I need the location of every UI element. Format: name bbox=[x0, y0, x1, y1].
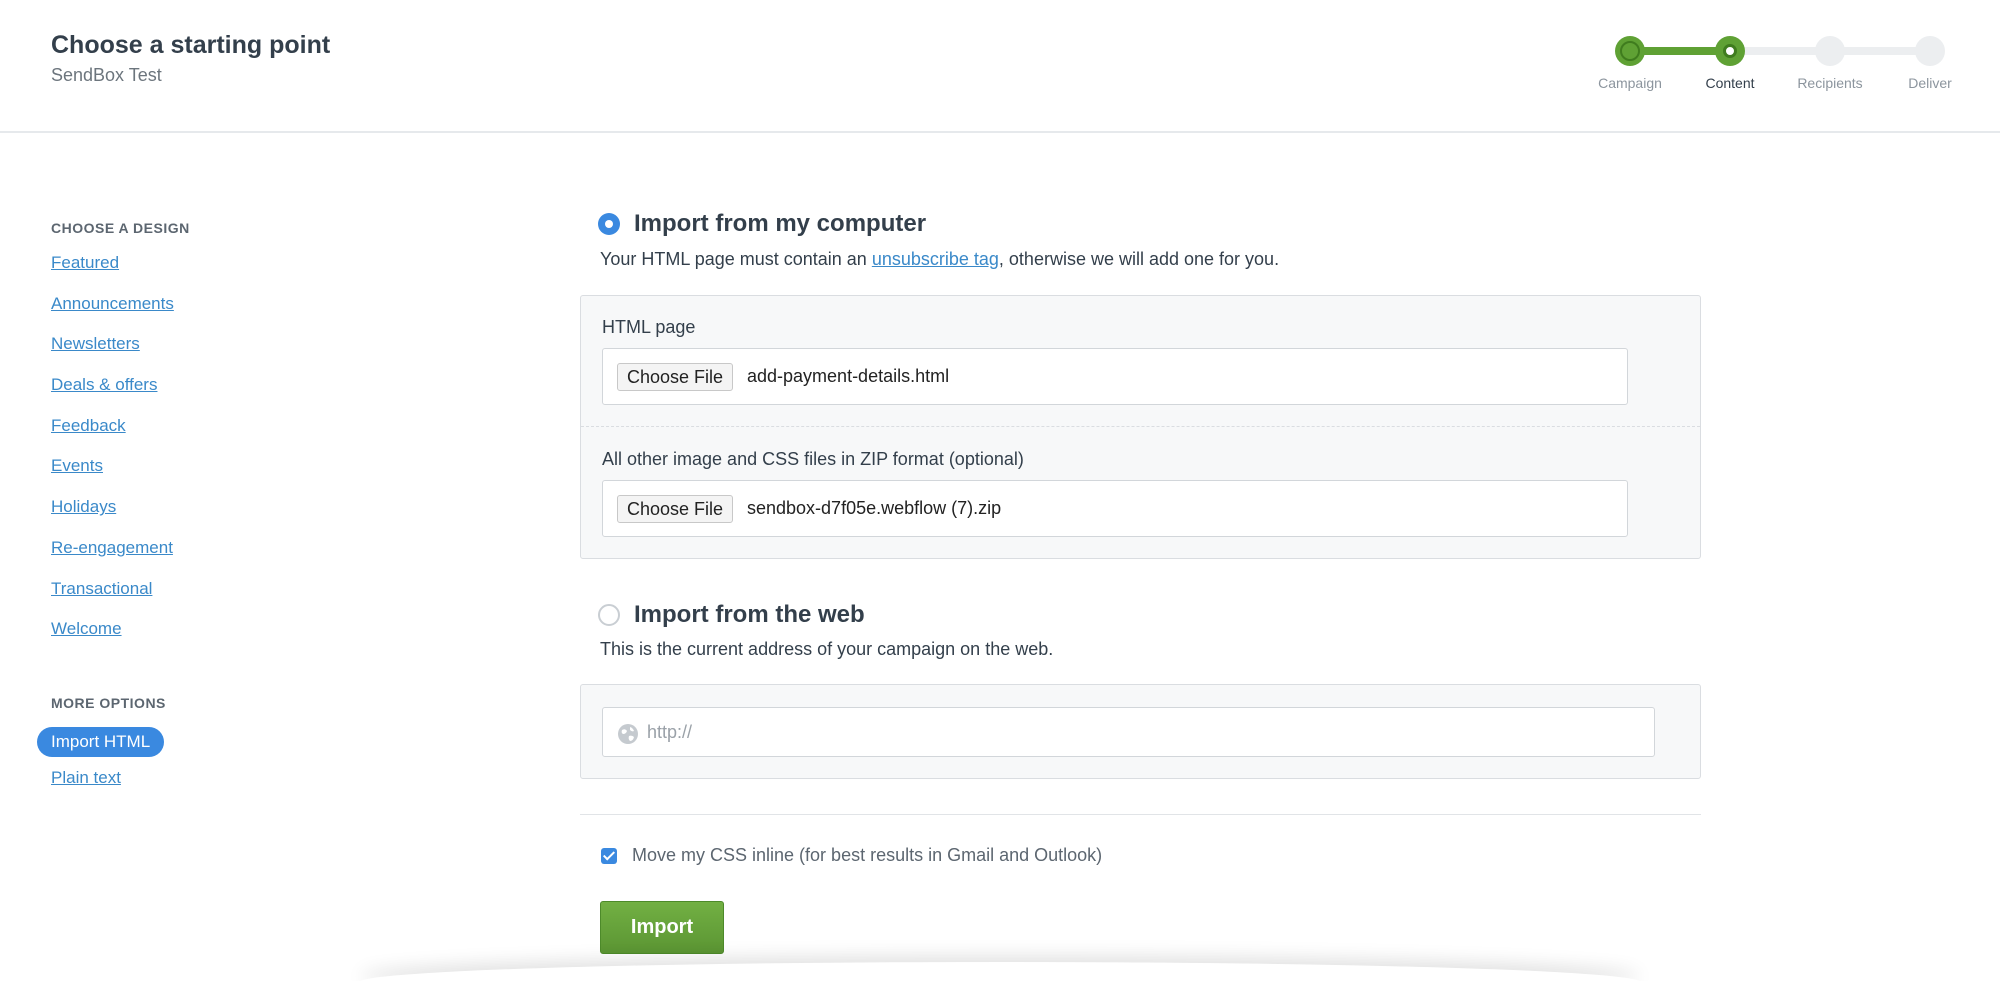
panel-divider bbox=[581, 426, 1700, 427]
import-computer-desc-before: Your HTML page must contain an bbox=[600, 249, 872, 269]
import-web-title[interactable]: Import from the web bbox=[634, 601, 865, 629]
progress-steps: Campaign Content Recipients Deliver bbox=[1580, 34, 1960, 104]
html-file-picker[interactable]: Choose File add-payment-details.html bbox=[602, 348, 1628, 405]
import-computer-description: Your HTML page must contain an unsubscri… bbox=[600, 249, 1279, 270]
html-file-name: add-payment-details.html bbox=[747, 366, 950, 386]
sidebar-item-holidays[interactable]: Holidays bbox=[51, 496, 351, 537]
step-deliver-dot bbox=[1915, 36, 1945, 66]
globe-icon bbox=[618, 724, 638, 744]
zip-file-picker[interactable]: Choose File sendbox-d7f05e.webflow (7).z… bbox=[602, 480, 1628, 537]
sidebar-item-re-engagement[interactable]: Re-engagement bbox=[51, 537, 351, 578]
sidebar-item-feedback[interactable]: Feedback bbox=[51, 415, 351, 456]
zip-files-label: All other image and CSS files in ZIP for… bbox=[602, 449, 1024, 469]
step-recipients-dot bbox=[1815, 36, 1845, 66]
sidebar-item-newsletters[interactable]: Newsletters bbox=[51, 333, 351, 374]
zip-choose-file-button[interactable]: Choose File bbox=[617, 495, 734, 523]
import-web-radio[interactable] bbox=[598, 604, 620, 626]
step-content-dot[interactable] bbox=[1715, 36, 1745, 66]
import-computer-radio[interactable] bbox=[598, 213, 620, 235]
sidebar-heading-more: MORE OPTIONS bbox=[51, 694, 166, 711]
url-input[interactable] bbox=[647, 708, 1347, 756]
divider bbox=[580, 814, 1701, 815]
step-campaign-label[interactable]: Campaign bbox=[1580, 75, 1680, 91]
inline-css-label[interactable]: Move my CSS inline (for best results in … bbox=[632, 845, 1102, 866]
import-button[interactable]: Import bbox=[600, 901, 724, 954]
sidebar-item-deals-offers[interactable]: Deals & offers bbox=[51, 374, 351, 415]
sidebar-item-welcome[interactable]: Welcome bbox=[51, 618, 351, 659]
url-field[interactable] bbox=[602, 707, 1655, 757]
sidebar: CHOOSE A DESIGN Featured Announcements N… bbox=[37, 220, 351, 808]
page-header: Choose a starting point SendBox Test Cam… bbox=[0, 0, 2000, 133]
page-subtitle: SendBox Test bbox=[51, 65, 162, 85]
step-campaign-dot[interactable] bbox=[1615, 36, 1645, 66]
page-title: Choose a starting point bbox=[51, 31, 331, 59]
unsubscribe-tag-link[interactable]: unsubscribe tag bbox=[872, 249, 999, 269]
sidebar-item-import-html[interactable]: Import HTML bbox=[37, 726, 165, 757]
import-computer-title[interactable]: Import from my computer bbox=[634, 210, 926, 238]
import-computer-panel: HTML page Choose File add-payment-detail… bbox=[580, 295, 1701, 559]
import-web-description: This is the current address of your camp… bbox=[600, 639, 1054, 659]
bottom-shadow bbox=[360, 962, 1640, 981]
import-web-panel bbox=[580, 684, 1701, 779]
sidebar-item-transactional[interactable]: Transactional bbox=[51, 578, 351, 619]
sidebar-item-announcements[interactable]: Announcements bbox=[51, 293, 351, 334]
sidebar-item-featured[interactable]: Featured bbox=[51, 252, 351, 293]
sidebar-item-plain-text[interactable]: Plain text bbox=[51, 767, 351, 808]
sidebar-item-events[interactable]: Events bbox=[51, 455, 351, 496]
html-page-label: HTML page bbox=[602, 317, 696, 337]
import-computer-desc-after: , otherwise we will add one for you. bbox=[998, 249, 1280, 269]
step-recipients-label: Recipients bbox=[1797, 75, 1863, 91]
inline-css-checkbox[interactable] bbox=[601, 848, 617, 864]
html-choose-file-button[interactable]: Choose File bbox=[617, 363, 734, 391]
sidebar-heading-design: CHOOSE A DESIGN bbox=[51, 220, 190, 236]
step-content-label[interactable]: Content bbox=[1680, 75, 1780, 91]
zip-file-name: sendbox-d7f05e.webflow (7).zip bbox=[747, 498, 1002, 518]
step-deliver-label: Deliver bbox=[1908, 75, 1952, 91]
